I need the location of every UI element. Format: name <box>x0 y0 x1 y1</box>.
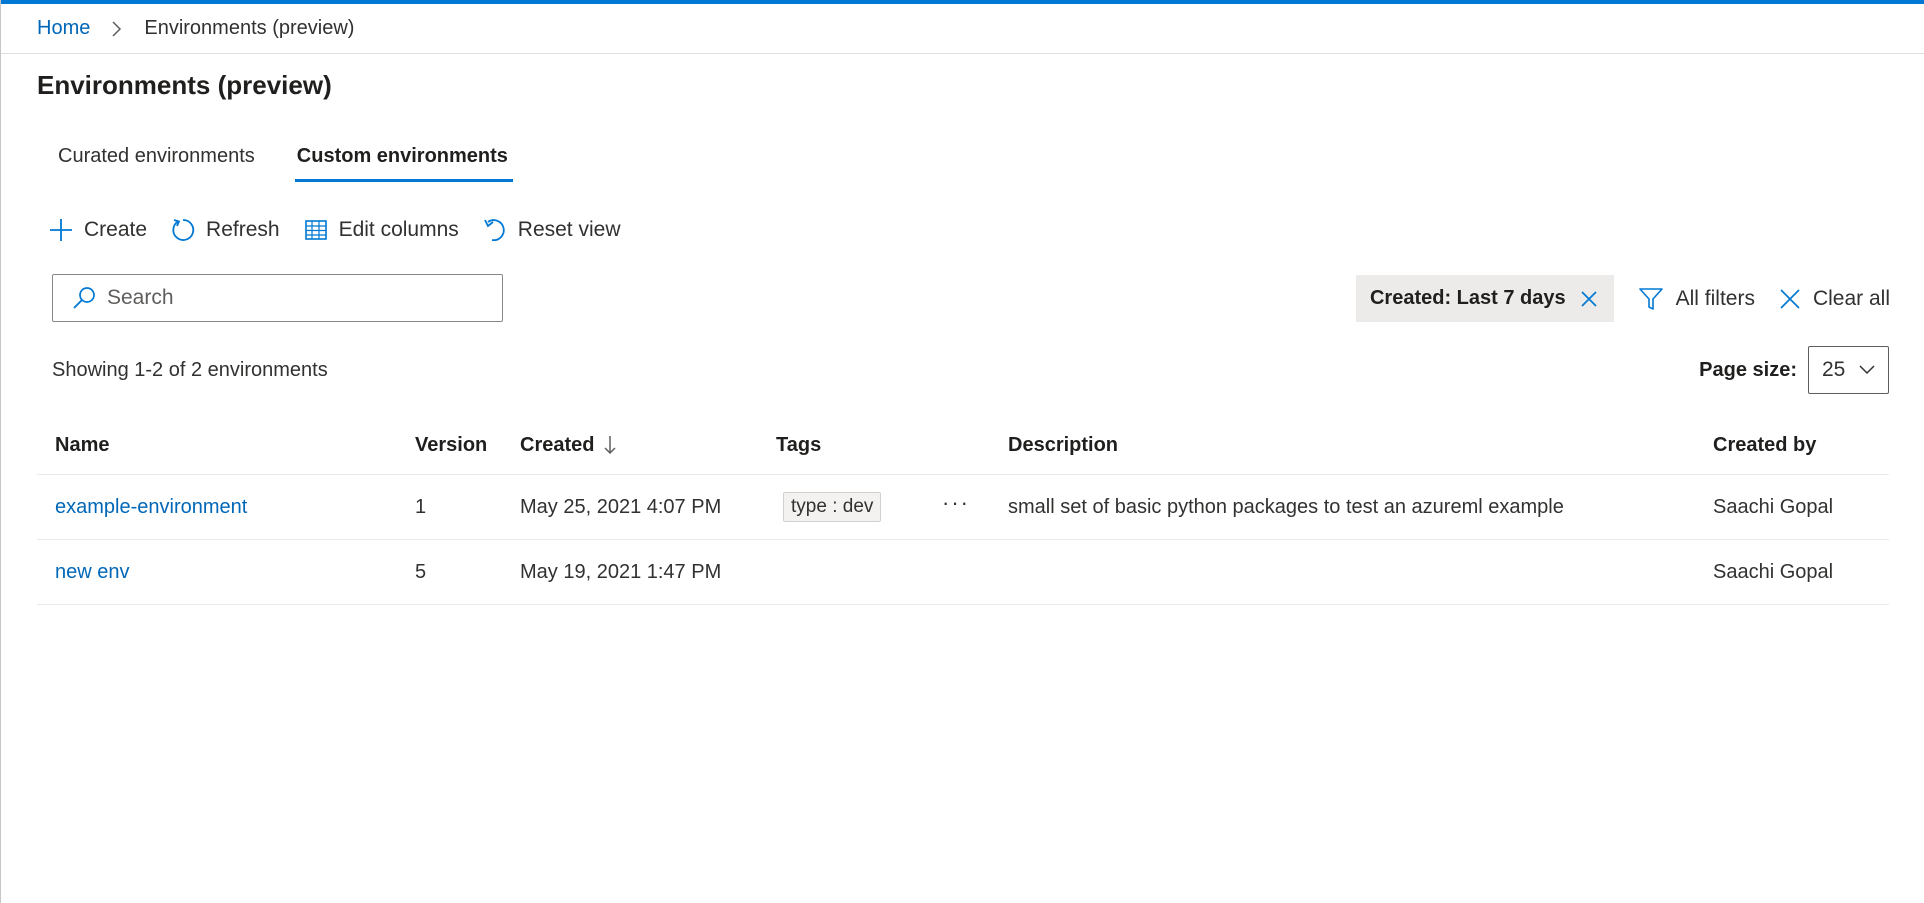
reset-view-button[interactable]: Reset view <box>481 210 621 250</box>
column-header-created[interactable]: Created <box>520 416 617 474</box>
search-input[interactable] <box>107 286 487 310</box>
refresh-label: Refresh <box>206 218 280 241</box>
created-by-cell: Saachi Gopal <box>1713 560 1834 583</box>
version-cell: 1 <box>415 495 427 518</box>
environments-table: Name Version Created Tags Description Cr… <box>37 416 1889 605</box>
chevron-right-icon <box>110 20 122 38</box>
arrow-down-icon <box>603 434 617 456</box>
column-header-created-label: Created <box>520 433 595 456</box>
page-title: Environments (preview) <box>37 70 332 100</box>
plus-icon <box>47 216 75 244</box>
results-count: Showing 1-2 of 2 environments <box>52 359 328 381</box>
created-cell: May 25, 2021 4:07 PM <box>520 495 722 518</box>
description-cell: small set of basic python packages to te… <box>1008 495 1564 518</box>
created-by-cell: Saachi Gopal <box>1713 495 1834 518</box>
page-size-label: Page size: <box>1699 358 1797 381</box>
search-icon <box>71 285 97 311</box>
all-filters-button[interactable]: All filters <box>1638 286 1755 312</box>
column-header-tags[interactable]: Tags <box>776 416 821 474</box>
refresh-button[interactable]: Refresh <box>169 210 280 250</box>
breadcrumb-home-link[interactable]: Home <box>37 17 90 40</box>
column-header-name[interactable]: Name <box>55 416 109 474</box>
create-label: Create <box>84 218 148 241</box>
create-button[interactable]: Create <box>47 210 147 250</box>
columns-icon <box>302 216 330 244</box>
table-row[interactable]: new env 5 May 19, 2021 1:47 PM Saachi Go… <box>37 540 1889 605</box>
filter-chip-label: Created: Last 7 days <box>1369 287 1566 309</box>
table-header-row: Name Version Created Tags Description Cr… <box>37 416 1889 475</box>
edit-columns-button[interactable]: Edit columns <box>302 210 459 250</box>
chevron-down-icon <box>1858 358 1876 382</box>
more-tags-button[interactable]: ··· <box>942 490 970 516</box>
page-size-value: 25 <box>1822 358 1846 381</box>
environment-name-link[interactable]: new env <box>55 561 130 584</box>
command-bar: Create Refresh Edit columns Reset view <box>47 210 642 250</box>
breadcrumb: Home Environments (preview) <box>1 4 1924 54</box>
environment-name-link[interactable]: example-environment <box>55 496 247 519</box>
table-row[interactable]: example-environment 1 May 25, 2021 4:07 … <box>37 475 1889 540</box>
undo-icon <box>481 216 509 244</box>
refresh-icon <box>169 216 197 244</box>
search-box <box>52 274 503 322</box>
tag-pill: type : dev <box>783 492 882 522</box>
tab-list: Curated environments Custom environments <box>37 130 529 182</box>
breadcrumb-current: Environments (preview) <box>144 17 355 39</box>
reset-view-label: Reset view <box>517 218 621 241</box>
edit-columns-label: Edit columns <box>338 218 459 241</box>
page-size-control: Page size: 25 <box>1699 346 1889 394</box>
environments-page: Home Environments (preview) Environments… <box>0 0 1924 903</box>
all-filters-label: All filters <box>1675 286 1755 310</box>
close-icon[interactable] <box>1580 290 1598 308</box>
tab-curated-environments[interactable]: Curated environments <box>37 130 276 182</box>
column-header-created-by[interactable]: Created by <box>1713 416 1816 474</box>
close-icon <box>1779 288 1801 310</box>
filter-icon <box>1638 286 1664 312</box>
clear-all-label: Clear all <box>1812 286 1890 310</box>
created-filter-chip[interactable]: Created: Last 7 days <box>1355 275 1614 322</box>
version-cell: 5 <box>415 560 427 583</box>
clear-all-button[interactable]: Clear all <box>1779 287 1890 311</box>
column-header-version[interactable]: Version <box>415 416 487 474</box>
column-header-description[interactable]: Description <box>1008 416 1118 474</box>
filter-bar: Created: Last 7 days All filters Clear a… <box>1355 275 1890 322</box>
created-cell: May 19, 2021 1:47 PM <box>520 560 722 583</box>
tab-custom-environments[interactable]: Custom environments <box>276 130 529 182</box>
page-size-dropdown[interactable]: 25 <box>1808 346 1889 394</box>
